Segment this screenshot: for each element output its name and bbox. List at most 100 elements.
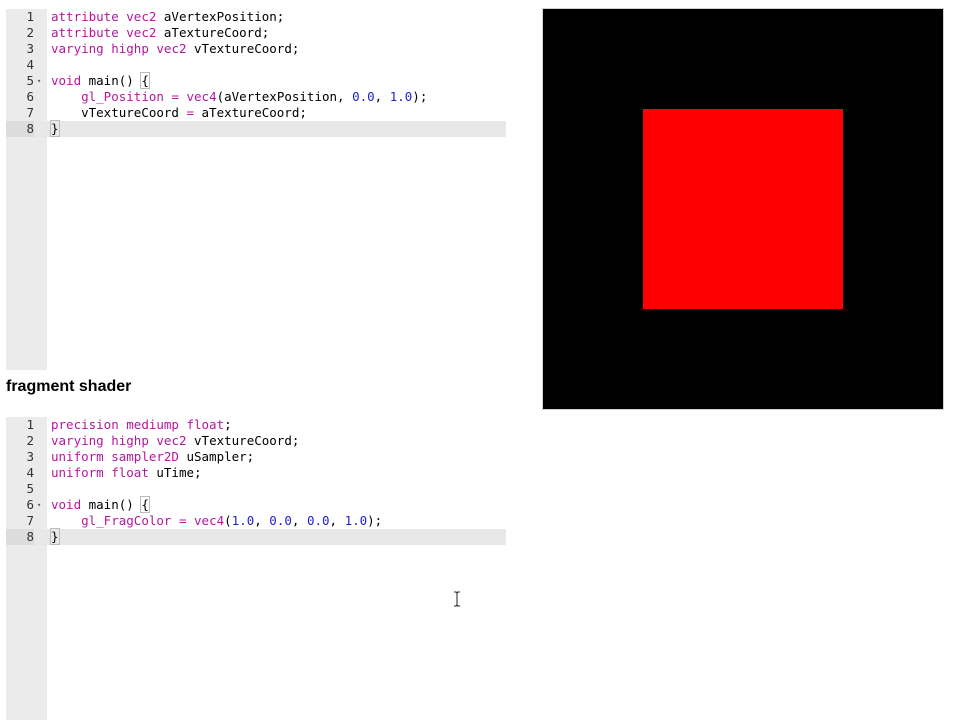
fragment-shader-editor[interactable]: 1 precision mediump float; 2 varying highp … (6, 417, 506, 720)
code-text: void main() { (51, 72, 150, 89)
code-keyword: float (186, 417, 225, 432)
code-token: aTextureCoord; (194, 105, 307, 120)
code-line[interactable]: 7 vTextureCoord = aTextureCoord; (6, 105, 506, 121)
code-token: , (291, 513, 307, 528)
code-token: vTextureCoord; (186, 41, 300, 56)
code-keyword: attribute (51, 9, 119, 24)
line-number: 3 (26, 41, 34, 56)
code-token: aVertexPosition; (156, 9, 285, 24)
code-keyword: mediump (126, 417, 179, 432)
code-token: vTextureCoord; (186, 433, 300, 448)
code-token: ( (224, 513, 232, 528)
code-line[interactable]: 6 ▾ void main() { (6, 496, 506, 513)
matched-brace: { (140, 496, 150, 513)
code-line[interactable]: 6 gl_Position = vec4(aVertexPosition, 0.… (6, 89, 506, 105)
line-number: 2 (26, 433, 34, 448)
code-text: } (50, 120, 60, 137)
code-keyword: vec4 (194, 513, 225, 528)
code-number: 1.0 (389, 89, 413, 104)
code-text: } (50, 528, 60, 545)
code-keyword: float (111, 465, 149, 480)
code-keyword: gl_Position (81, 89, 164, 104)
code-text: uniform float uTime; (51, 465, 202, 481)
line-number: 8 (6, 121, 34, 137)
line-number: 7 (26, 105, 34, 120)
webgl-preview-canvas[interactable] (542, 8, 944, 410)
line-number: 8 (6, 529, 34, 545)
code-keyword: vec4 (186, 89, 217, 104)
code-number: 0.0 (306, 513, 330, 528)
fold-arrow-icon[interactable]: ▾ (37, 497, 41, 513)
text-cursor-icon (454, 591, 460, 607)
line-number: 6 (26, 497, 34, 512)
code-token: ); (367, 513, 383, 528)
code-keyword: varying (51, 433, 104, 448)
code-text: gl_Position = vec4(aVertexPosition, 0.0,… (51, 89, 427, 105)
code-text: attribute vec2 aTextureCoord; (51, 25, 269, 41)
code-keyword: sampler2D (111, 449, 179, 464)
line-number: 4 (26, 465, 34, 480)
line-number: 5 (26, 481, 34, 496)
line-number: 7 (26, 513, 34, 528)
code-keyword: uniform (51, 449, 104, 464)
code-line[interactable]: 3 varying highp vec2 vTextureCoord; (6, 41, 506, 57)
code-token: , (329, 513, 345, 528)
code-text: gl_FragColor = vec4(1.0, 0.0, 0.0, 1.0); (51, 513, 382, 529)
code-line[interactable]: 7 gl_FragColor = vec4(1.0, 0.0, 0.0, 1.0… (6, 513, 506, 529)
code-token: aTextureCoord; (156, 25, 270, 40)
code-number: 0.0 (352, 89, 375, 104)
code-keyword: varying (51, 41, 104, 56)
code-text: uniform sampler2D uSampler; (51, 449, 254, 465)
code-number: 1.0 (344, 513, 368, 528)
fragment-shader-title: fragment shader (6, 378, 132, 395)
code-keyword: precision (51, 417, 119, 432)
code-number: 0.0 (269, 513, 292, 528)
line-number: 3 (26, 449, 34, 464)
code-line[interactable]: 4 (6, 57, 506, 73)
code-keyword: = (171, 89, 179, 104)
line-number: 1 (26, 9, 34, 24)
code-token: ; (224, 417, 232, 432)
matched-brace: } (50, 120, 60, 137)
code-lines[interactable]: 1 precision mediump float; 2 varying highp … (6, 417, 506, 545)
code-text: precision mediump float; (51, 417, 232, 433)
code-token: main() (81, 73, 142, 88)
code-token: main() (81, 497, 142, 512)
fold-arrow-icon[interactable]: ▾ (37, 73, 41, 89)
code-keyword: uniform (51, 465, 104, 480)
code-keyword: highp (111, 41, 149, 56)
matched-brace: { (140, 72, 150, 89)
code-keyword: vec2 (156, 41, 187, 56)
code-token: uSampler; (178, 449, 255, 464)
line-number: 4 (26, 57, 34, 72)
vertex-shader-editor[interactable]: 1 attribute vec2 aVertexPosition; 2 attribu… (6, 9, 506, 370)
code-line[interactable]: 5 (6, 481, 506, 497)
code-text: attribute vec2 aVertexPosition; (51, 9, 284, 25)
code-keyword: attribute (51, 25, 119, 40)
code-keyword: vec2 (126, 25, 157, 40)
line-number: 5 (26, 73, 34, 88)
code-line[interactable]: 5 ▾ void main() { (6, 72, 506, 89)
code-line[interactable]: 1 attribute vec2 aVertexPosition; (6, 9, 506, 25)
code-line[interactable]: 3 uniform sampler2D uSampler; (6, 449, 506, 465)
line-number: 6 (26, 89, 34, 104)
code-line[interactable]: 2 varying highp vec2 vTextureCoord; (6, 433, 506, 449)
code-keyword: void (51, 497, 82, 512)
code-number: 1.0 (231, 513, 255, 528)
code-line[interactable]: 8} (6, 528, 506, 545)
code-line[interactable]: 8} (6, 120, 506, 137)
line-number: 1 (26, 417, 34, 432)
code-token: ); (412, 89, 428, 104)
code-lines[interactable]: 1 attribute vec2 aVertexPosition; 2 attribu… (6, 9, 506, 137)
line-number: 2 (26, 25, 34, 40)
code-keyword: highp (111, 433, 149, 448)
code-line[interactable]: 2 attribute vec2 aTextureCoord; (6, 25, 506, 41)
code-line[interactable]: 4 uniform float uTime; (6, 465, 506, 481)
code-keyword: = (186, 105, 194, 120)
code-line[interactable]: 1 precision mediump float; (6, 417, 506, 433)
